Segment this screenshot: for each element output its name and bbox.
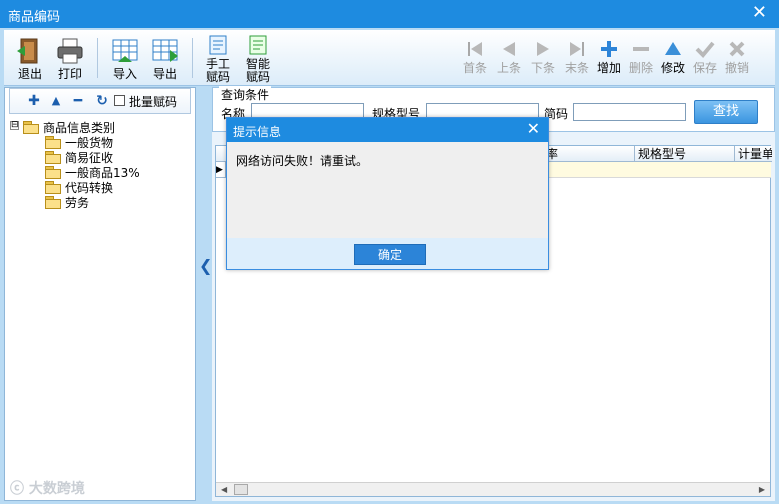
column-header-rate[interactable]: 率 <box>542 146 634 162</box>
tree-remove-icon[interactable]: ━ <box>70 93 86 109</box>
tree-node-child[interactable]: 一般货物 <box>9 134 193 150</box>
scroll-left-icon[interactable]: ◀ <box>221 483 227 497</box>
tree-node-child[interactable]: 简易征收 <box>9 149 193 165</box>
toolbar-separator <box>192 38 193 78</box>
tree-node-root[interactable]: ⊟ 商品信息类别 <box>9 119 193 135</box>
folder-open-icon <box>23 121 39 134</box>
undo-label: 撤销 <box>724 61 749 75</box>
exit-button[interactable]: 退出 <box>10 34 50 84</box>
import-label: 导入 <box>112 67 137 81</box>
folder-icon <box>45 181 61 194</box>
first-record-icon <box>468 42 482 56</box>
tree-node-child[interactable]: 一般商品13% <box>9 164 193 180</box>
import-table-icon <box>112 39 138 62</box>
category-tree-panel: ✚ ▲ ━ ↻ 批量赋码 ⊟ 商品信息类别 一般货物 简易征收 一般商品13% … <box>4 87 196 501</box>
message-dialog: 提示信息 ✕ 网络访问失败！请重试。 确定 <box>226 117 549 270</box>
last-record-icon <box>570 42 584 56</box>
tree-move-up-icon[interactable]: ▲ <box>48 93 64 109</box>
tree-toolbar: ✚ ▲ ━ ↻ 批量赋码 <box>9 88 191 114</box>
window-title: 商品编码 <box>8 10 61 25</box>
undo-button[interactable]: 撤销 <box>717 34 757 84</box>
dialog-body: 网络访问失败！请重试。 <box>227 142 548 238</box>
search-button[interactable]: 查找 <box>694 100 758 124</box>
watermark-logo: ⓒ 大数跨境 <box>10 481 85 497</box>
manual-code-button[interactable]: 手工 赋码 <box>198 34 238 84</box>
smart-code-button[interactable]: 智能 赋码 <box>238 34 278 84</box>
toolbar: 退出 打印 导入 导出 手工 赋码 智能 赋码 首条 上条 下条 末条 增加 删… <box>4 30 775 86</box>
folder-icon <box>45 166 61 179</box>
print-label: 打印 <box>57 67 82 81</box>
exit-label: 退出 <box>17 67 42 81</box>
smart-code-label-2: 赋码 <box>245 70 270 84</box>
manual-code-label-2: 赋码 <box>205 70 230 84</box>
window-titlebar: 商品编码 ✕ <box>0 0 779 28</box>
ok-button[interactable]: 确定 <box>354 244 426 265</box>
folder-icon <box>45 151 61 164</box>
export-button[interactable]: 导出 <box>145 34 185 84</box>
scroll-thumb[interactable] <box>234 484 248 495</box>
dialog-titlebar: 提示信息 ✕ <box>227 118 548 142</box>
column-header-spec[interactable]: 规格型号 <box>634 146 734 162</box>
folder-icon <box>45 196 61 209</box>
dialog-close-icon[interactable]: ✕ <box>527 119 540 138</box>
exit-door-icon <box>17 38 38 64</box>
export-label: 导出 <box>152 67 177 81</box>
batch-code-label: 批量赋码 <box>129 95 178 109</box>
query-legend: 查询条件 <box>219 86 272 103</box>
modify-triangle-icon <box>665 42 681 55</box>
dialog-footer: 确定 <box>227 238 548 269</box>
tree-collapse-toggle[interactable]: ⊟ <box>10 121 19 130</box>
export-table-icon <box>152 39 178 62</box>
tree-add-icon[interactable]: ✚ <box>26 93 42 109</box>
plus-icon <box>601 41 617 57</box>
close-icon[interactable]: ✕ <box>752 2 767 23</box>
print-button[interactable]: 打印 <box>50 34 90 84</box>
prev-record-icon <box>503 42 515 56</box>
dialog-title: 提示信息 <box>233 125 282 139</box>
tree-node-child[interactable]: 代码转换 <box>9 179 193 195</box>
category-tree: ⊟ 商品信息类别 一般货物 简易征收 一般商品13% 代码转换 劳务 <box>9 119 193 210</box>
minus-icon <box>633 47 649 51</box>
toolbar-separator <box>97 38 98 78</box>
collapse-left-icon[interactable]: ❮ <box>199 256 212 275</box>
checkmark-icon <box>695 41 715 58</box>
manual-code-icon <box>209 35 227 55</box>
tree-node-label: 劳务 <box>65 196 90 210</box>
dialog-message: 网络访问失败！请重试。 <box>236 154 369 168</box>
column-header-unit[interactable]: 计量单 <box>734 146 772 162</box>
tree-refresh-icon[interactable]: ↻ <box>94 93 110 109</box>
scroll-right-icon[interactable]: ▶ <box>759 483 765 497</box>
smart-code-icon <box>249 35 267 55</box>
import-button[interactable]: 导入 <box>105 34 145 84</box>
printer-icon <box>57 38 83 64</box>
folder-icon <box>45 136 61 149</box>
row-pointer-icon: ▶ <box>216 162 226 178</box>
next-record-icon <box>537 42 549 56</box>
batch-code-checkbox[interactable] <box>114 95 125 106</box>
code-input[interactable] <box>573 103 686 121</box>
horizontal-scrollbar[interactable]: ◀ ▶ <box>216 482 770 496</box>
tree-node-child[interactable]: 劳务 <box>9 194 193 210</box>
cross-icon <box>729 41 745 57</box>
